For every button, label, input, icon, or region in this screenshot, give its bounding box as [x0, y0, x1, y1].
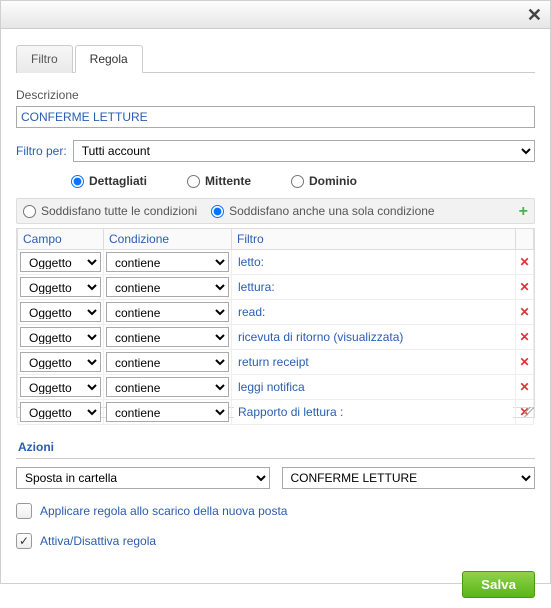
row-field-select[interactable]: Oggetto [20, 352, 101, 372]
conditions-table: Campo Condizione Filtro Oggettocontiene✕… [17, 228, 534, 425]
radio-cond-all[interactable]: Soddisfano tutte le condizioni [23, 204, 197, 218]
row-delete-icon[interactable]: ✕ [516, 375, 534, 400]
radio-detailed[interactable]: Dettagliati [71, 174, 147, 188]
row-filter-input[interactable] [234, 302, 513, 322]
filter-for-select[interactable]: Tutti account [73, 140, 535, 162]
tab-filter[interactable]: Filtro [16, 45, 73, 73]
col-condition: Condizione [104, 229, 232, 250]
row-delete-icon[interactable]: ✕ [516, 325, 534, 350]
row-field-select[interactable]: Oggetto [20, 252, 101, 272]
table-row: Oggettocontiene ✕ [18, 325, 534, 350]
action-type-select[interactable]: Sposta in cartella [16, 467, 270, 489]
row-delete-icon[interactable]: ✕ [516, 300, 534, 325]
row-filter-input[interactable] [234, 402, 513, 422]
row-filter-input[interactable] [234, 352, 513, 372]
row-filter-input[interactable] [234, 377, 513, 397]
row-field-select[interactable]: Oggetto [20, 277, 101, 297]
table-row: Oggettocontiene ✕ [18, 350, 534, 375]
row-field-select[interactable]: Oggetto [20, 327, 101, 347]
row-filter-input[interactable] [234, 327, 513, 347]
row-condition-select[interactable]: contiene [106, 327, 229, 347]
table-row: Oggettocontiene✕ [18, 400, 534, 425]
table-row: Oggettocontiene ✕ [18, 250, 534, 275]
radio-cond-any[interactable]: Soddisfano anche una sola condizione [211, 204, 435, 218]
radio-domain[interactable]: Dominio [291, 174, 357, 188]
actions-heading: Azioni [16, 432, 535, 459]
action-target-select[interactable]: CONFERME LETTURE [282, 467, 536, 489]
row-condition-select[interactable]: contiene [106, 377, 229, 397]
dialog-header: ✕ [1, 1, 550, 29]
filter-for-label: Filtro per: [16, 144, 67, 158]
row-field-select[interactable]: Oggetto [20, 402, 101, 422]
col-filter: Filtro [232, 229, 516, 250]
table-row: Oggettocontiene ✕ [18, 375, 534, 400]
tab-bar: Filtro Regola [16, 44, 535, 73]
enable-rule-label: Attiva/Disattiva regola [40, 534, 156, 548]
row-filter-input[interactable] [234, 277, 513, 297]
description-input[interactable] [16, 106, 535, 128]
row-condition-select[interactable]: contiene [106, 402, 229, 422]
row-delete-icon[interactable]: ✕ [516, 250, 534, 275]
apply-on-download-checkbox[interactable] [16, 503, 32, 519]
row-delete-icon[interactable]: ✕ [516, 275, 534, 300]
table-row: Oggettocontiene ✕ [18, 300, 534, 325]
tab-rule[interactable]: Regola [75, 45, 143, 73]
row-condition-select[interactable]: contiene [106, 352, 229, 372]
type-radio-group: Dettagliati Mittente Dominio [71, 174, 535, 188]
radio-sender[interactable]: Mittente [187, 174, 251, 188]
save-button[interactable]: Salva [462, 571, 535, 598]
col-field: Campo [18, 229, 104, 250]
add-condition-icon[interactable]: + [519, 203, 528, 221]
condition-mode-bar: Soddisfano tutte le condizioni Soddisfan… [16, 198, 535, 224]
row-condition-select[interactable]: contiene [106, 277, 229, 297]
row-field-select[interactable]: Oggetto [20, 377, 101, 397]
row-filter-input[interactable] [234, 252, 513, 272]
row-condition-select[interactable]: contiene [106, 302, 229, 322]
enable-rule-checkbox[interactable]: ✓ [16, 533, 32, 549]
col-delete [516, 229, 534, 250]
row-condition-select[interactable]: contiene [106, 252, 229, 272]
row-delete-icon[interactable]: ✕ [516, 350, 534, 375]
table-row: Oggettocontiene ✕ [18, 275, 534, 300]
apply-on-download-label: Applicare regola allo scarico della nuov… [40, 504, 287, 518]
description-label: Descrizione [16, 88, 535, 102]
close-icon[interactable]: ✕ [527, 5, 542, 26]
row-field-select[interactable]: Oggetto [20, 302, 101, 322]
